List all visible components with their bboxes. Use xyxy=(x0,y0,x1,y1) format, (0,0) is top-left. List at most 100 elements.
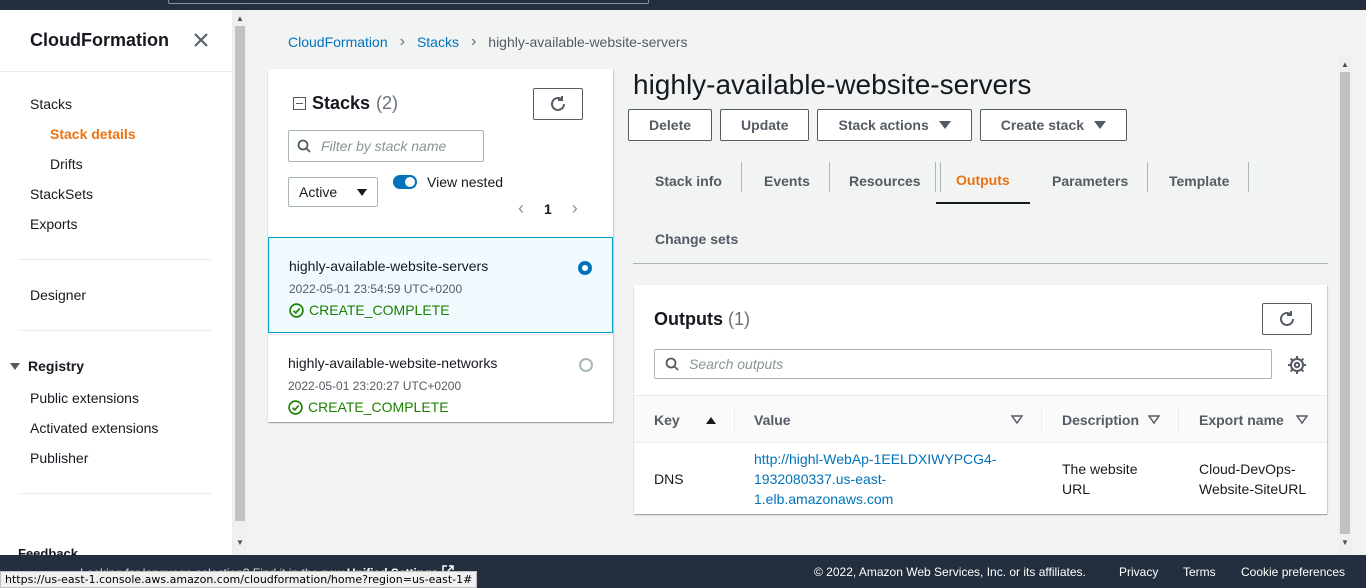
output-value-link-line2[interactable]: 1932080337.us-east- xyxy=(754,471,886,487)
column-header-key[interactable]: Key xyxy=(654,396,716,444)
success-icon xyxy=(289,302,304,318)
stack-status: CREATE_COMPLETE xyxy=(289,302,592,318)
tab-stack-info[interactable]: Stack info xyxy=(635,158,742,204)
main-scrollbar[interactable]: ▲ ▼ xyxy=(1338,56,1352,555)
tab-parameters[interactable]: Parameters xyxy=(1032,158,1149,204)
stack-actions-label: Stack actions xyxy=(838,117,929,133)
outputs-search-input[interactable]: Search outputs xyxy=(654,349,1272,379)
tab-events[interactable]: Events xyxy=(744,158,830,204)
sidebar-item-drifts[interactable]: Drifts xyxy=(50,156,83,172)
tab-resources[interactable]: Resources xyxy=(829,158,941,204)
sidebar-item-activated-extensions[interactable]: Activated extensions xyxy=(30,420,158,436)
sidebar-title[interactable]: CloudFormation xyxy=(30,30,169,51)
sidebar-section-registry[interactable]: Registry xyxy=(10,358,84,374)
stack-list-item[interactable]: highly-available-website-servers 2022-05… xyxy=(268,237,613,333)
page-title: highly-available-website-servers xyxy=(633,69,1032,100)
view-nested-label: View nested xyxy=(427,174,504,190)
status-filter-select[interactable]: Active xyxy=(288,177,378,207)
feedback-link[interactable]: Feedback xyxy=(18,546,78,555)
output-value-link-line3[interactable]: 1.elb.amazonaws.com xyxy=(754,491,893,507)
divider xyxy=(18,259,212,260)
stack-radio-selected[interactable] xyxy=(578,261,592,275)
sort-icon[interactable] xyxy=(1296,415,1308,425)
breadcrumb-cloudformation[interactable]: CloudFormation xyxy=(288,34,388,50)
sidebar-item-exports[interactable]: Exports xyxy=(30,216,77,232)
column-divider[interactable] xyxy=(1041,408,1042,432)
stack-filter-input[interactable]: Filter by stack name xyxy=(288,130,484,162)
stack-radio[interactable] xyxy=(579,358,593,372)
search-icon xyxy=(665,357,679,371)
output-value: http://highl-WebAp-1EELDXIWYPCG4- 193208… xyxy=(754,449,997,509)
stacks-header: Stacks (2) xyxy=(293,93,398,114)
sidebar-item-publisher[interactable]: Publisher xyxy=(30,450,88,466)
divider xyxy=(18,330,212,331)
current-page[interactable]: 1 xyxy=(544,201,552,217)
sidebar-section-label: Registry xyxy=(28,358,85,374)
sort-icon[interactable] xyxy=(1011,415,1023,425)
close-icon[interactable] xyxy=(193,30,209,52)
update-button[interactable]: Update xyxy=(720,109,810,141)
stacks-refresh-button[interactable] xyxy=(533,88,583,120)
stacks-title: Stacks xyxy=(312,93,371,113)
stack-actions-button[interactable]: Stack actions xyxy=(817,109,972,141)
breadcrumb: CloudFormation › Stacks › highly-availab… xyxy=(288,33,687,51)
tab-template[interactable]: Template xyxy=(1149,158,1250,204)
copyright: © 2022, Amazon Web Services, Inc. or its… xyxy=(814,565,1086,579)
scroll-down-icon[interactable]: ▼ xyxy=(1341,538,1349,547)
output-value-link-line1[interactable]: http://highl-WebAp-1EELDXIWYPCG4- xyxy=(754,451,997,467)
refresh-icon xyxy=(1280,311,1294,326)
column-label: Export name xyxy=(1199,412,1284,428)
sort-icon[interactable] xyxy=(1148,415,1160,425)
tab-outputs[interactable]: Outputs xyxy=(936,158,1030,204)
description-line2: URL xyxy=(1062,481,1091,497)
outputs-header: Outputs (1) xyxy=(654,309,750,330)
search-icon xyxy=(297,139,311,153)
scroll-up-icon[interactable]: ▲ xyxy=(1341,60,1349,69)
stack-name: highly-available-website-networks xyxy=(288,355,498,371)
caret-down-icon xyxy=(1094,121,1107,129)
export-line1: Cloud-DevOps- xyxy=(1199,461,1296,477)
delete-button[interactable]: Delete xyxy=(628,109,713,141)
terms-link[interactable]: Terms xyxy=(1183,565,1216,579)
output-key: DNS xyxy=(654,471,684,487)
outputs-refresh-button[interactable] xyxy=(1262,303,1312,335)
column-header-export-name[interactable]: Export name xyxy=(1199,396,1284,444)
sidebar-item-stacksets[interactable]: StackSets xyxy=(30,186,93,202)
privacy-link[interactable]: Privacy xyxy=(1119,565,1158,579)
sidebar-item-public-extensions[interactable]: Public extensions xyxy=(30,390,139,406)
column-header-value[interactable]: Value xyxy=(754,396,791,444)
caret-down-icon xyxy=(10,362,20,370)
global-search-input[interactable] xyxy=(168,0,649,4)
column-label: Value xyxy=(754,412,791,428)
stack-list-item[interactable]: highly-available-website-networks 2022-0… xyxy=(268,334,613,430)
gear-icon[interactable] xyxy=(1287,355,1307,375)
sidebar-item-designer[interactable]: Designer xyxy=(30,287,86,303)
view-nested-toggle[interactable] xyxy=(393,175,417,189)
search-placeholder: Search outputs xyxy=(689,356,784,372)
column-divider[interactable] xyxy=(1178,408,1179,432)
sidebar-scrollbar[interactable]: ▲ ▼ xyxy=(233,10,247,555)
stack-status-text: CREATE_COMPLETE xyxy=(309,302,450,318)
create-stack-button[interactable]: Create stack xyxy=(979,109,1128,141)
scrollbar-thumb[interactable] xyxy=(1340,72,1350,534)
stacks-panel: Stacks (2) Filter by stack name Active V… xyxy=(268,69,613,422)
cookie-preferences-link[interactable]: Cookie preferences xyxy=(1241,565,1345,579)
column-divider[interactable] xyxy=(734,408,735,432)
column-header-description[interactable]: Description xyxy=(1062,396,1139,444)
stacks-count: (2) xyxy=(376,93,399,113)
scrollbar-thumb[interactable] xyxy=(235,26,245,521)
sidebar-item-stack-details[interactable]: Stack details xyxy=(50,126,136,142)
scroll-down-icon[interactable]: ▼ xyxy=(236,538,244,547)
chevron-right-icon[interactable]: › xyxy=(572,198,578,219)
sidebar-item-stacks[interactable]: Stacks xyxy=(30,96,72,112)
stack-name: highly-available-website-servers xyxy=(289,258,489,274)
collapse-icon[interactable] xyxy=(293,97,306,110)
side-navigation: CloudFormation Stacks Stack details Drif… xyxy=(0,10,233,555)
column-label: Description xyxy=(1062,412,1140,428)
scroll-up-icon[interactable]: ▲ xyxy=(236,14,244,23)
sort-ascending-icon[interactable] xyxy=(705,416,716,424)
outputs-title: Outputs xyxy=(654,309,723,329)
breadcrumb-stacks[interactable]: Stacks xyxy=(417,34,459,50)
chevron-left-icon[interactable]: ‹ xyxy=(518,198,524,219)
tab-change-sets[interactable]: Change sets xyxy=(635,216,758,262)
